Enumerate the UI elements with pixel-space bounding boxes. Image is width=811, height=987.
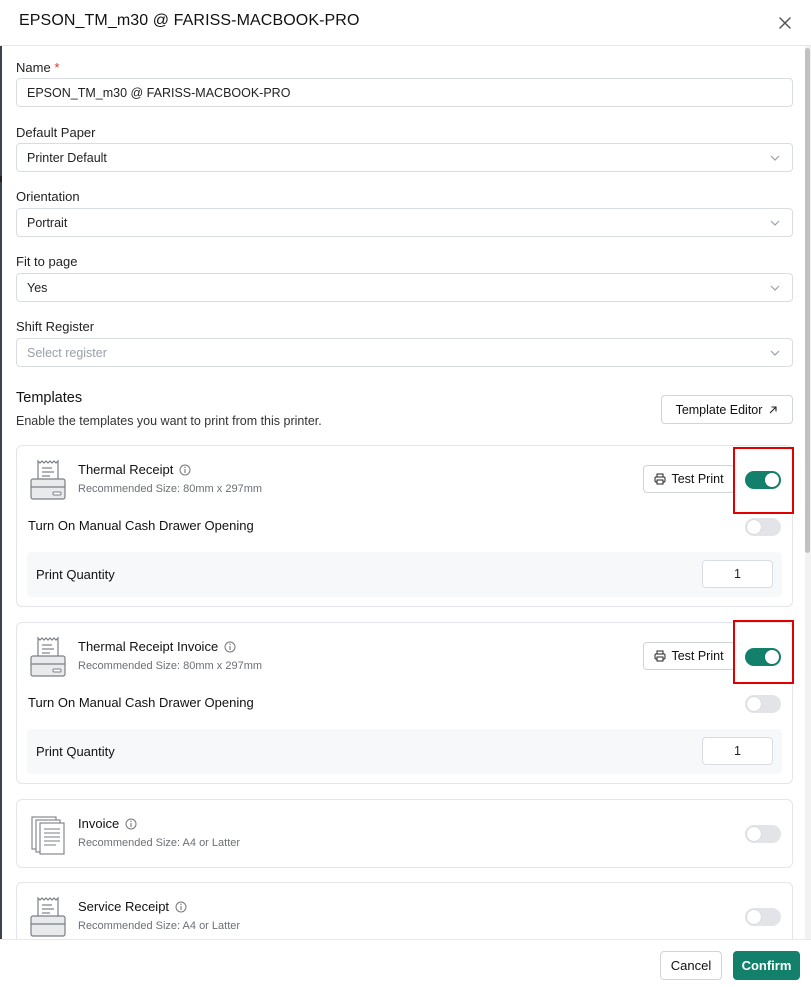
cancel-button[interactable]: Cancel <box>660 951 722 980</box>
info-icon[interactable] <box>125 818 137 830</box>
templates-description: Enable the templates you want to print f… <box>16 414 322 428</box>
name-label: Name * <box>16 60 60 75</box>
orientation-select[interactable]: Portrait <box>16 208 793 237</box>
template-enable-toggle[interactable] <box>745 908 781 926</box>
template-editor-label: Template Editor <box>675 402 763 417</box>
chevron-down-icon <box>770 220 780 226</box>
recommended-size: Recommended Size: 80mm x 297mm <box>78 483 263 495</box>
info-icon[interactable] <box>175 901 187 913</box>
fit-to-page-label: Fit to page <box>16 254 78 269</box>
info-icon[interactable] <box>224 641 236 653</box>
name-input[interactable]: EPSON_TM_m30 @ FARISS-MACBOOK-PRO <box>16 78 793 107</box>
templates-title: Templates <box>16 390 83 406</box>
print-quantity-label: Print Quantity <box>36 567 115 582</box>
orientation-value: Portrait <box>27 216 68 230</box>
cash-drawer-label: Turn On Manual Cash Drawer Opening <box>28 518 254 533</box>
chevron-down-icon <box>770 155 780 161</box>
receipt-printer-icon <box>30 636 66 677</box>
default-paper-label: Default Paper <box>16 125 96 140</box>
template-card-thermal-receipt-invoice: Thermal Receipt Invoice Recommended Size… <box>16 622 793 784</box>
recommended-size: Recommended Size: A4 or Latter <box>78 920 241 932</box>
default-paper-value: Printer Default <box>27 151 107 165</box>
test-print-button[interactable]: Test Print <box>643 642 735 670</box>
printer-icon <box>654 650 666 662</box>
receipt-printer-icon <box>30 896 66 937</box>
highlight-box <box>733 620 794 684</box>
required-mark: * <box>54 60 60 75</box>
document-stack-icon <box>31 816 65 855</box>
external-link-icon <box>770 405 777 413</box>
dialog-header: EPSON_TM_m30 @ FARISS-MACBOOK-PRO <box>0 0 811 46</box>
dialog-title: EPSON_TM_m30 @ FARISS-MACBOOK-PRO <box>19 12 360 29</box>
template-name-text: Thermal Receipt <box>78 462 174 477</box>
template-card-invoice: Invoice Recommended Size: A4 or Latter <box>16 799 793 868</box>
print-quantity-input[interactable]: 1 <box>702 737 773 765</box>
template-name: Invoice <box>78 816 137 831</box>
template-name-text: Invoice <box>78 816 120 831</box>
chevron-down-icon <box>770 350 780 356</box>
confirm-button[interactable]: Confirm <box>733 951 800 980</box>
print-quantity-row: Print Quantity 1 <box>27 552 782 597</box>
cash-drawer-toggle[interactable] <box>745 518 781 536</box>
test-print-label: Test Print <box>671 649 724 663</box>
fit-to-page-select[interactable]: Yes <box>16 273 793 302</box>
background-edge <box>0 0 2 987</box>
print-quantity-row: Print Quantity 1 <box>27 729 782 774</box>
printer-icon <box>654 473 666 485</box>
receipt-printer-icon <box>30 459 66 500</box>
recommended-size: Recommended Size: A4 or Latter <box>78 837 241 849</box>
cash-drawer-label: Turn On Manual Cash Drawer Opening <box>28 695 254 710</box>
template-name: Thermal Receipt Invoice <box>78 639 236 654</box>
info-icon[interactable] <box>179 464 191 476</box>
print-quantity-label: Print Quantity <box>36 744 115 759</box>
template-editor-button[interactable]: Template Editor <box>661 395 793 424</box>
scrollbar-thumb[interactable] <box>805 48 810 553</box>
print-quantity-input[interactable]: 1 <box>702 560 773 588</box>
shift-register-placeholder: Select register <box>27 346 107 360</box>
dialog-footer: Cancel Confirm <box>0 939 811 987</box>
test-print-label: Test Print <box>671 472 724 486</box>
test-print-button[interactable]: Test Print <box>643 465 735 493</box>
chevron-down-icon <box>770 285 780 291</box>
highlight-box <box>733 447 794 514</box>
template-name-text: Thermal Receipt Invoice <box>78 639 219 654</box>
default-paper-select[interactable]: Printer Default <box>16 143 793 172</box>
orientation-label: Orientation <box>16 189 80 204</box>
fit-to-page-value: Yes <box>27 281 48 295</box>
close-icon[interactable] <box>775 13 795 33</box>
recommended-size: Recommended Size: 80mm x 297mm <box>78 660 263 672</box>
template-enable-toggle[interactable] <box>745 825 781 843</box>
template-card-thermal-receipt: Thermal Receipt Recommended Size: 80mm x… <box>16 445 793 607</box>
cash-drawer-toggle[interactable] <box>745 695 781 713</box>
shift-register-select[interactable]: Select register <box>16 338 793 367</box>
name-input-value: EPSON_TM_m30 @ FARISS-MACBOOK-PRO <box>27 86 291 100</box>
template-name: Thermal Receipt <box>78 462 191 477</box>
shift-register-label: Shift Register <box>16 319 95 334</box>
template-name: Service Receipt <box>78 899 187 914</box>
template-name-text: Service Receipt <box>78 899 170 914</box>
